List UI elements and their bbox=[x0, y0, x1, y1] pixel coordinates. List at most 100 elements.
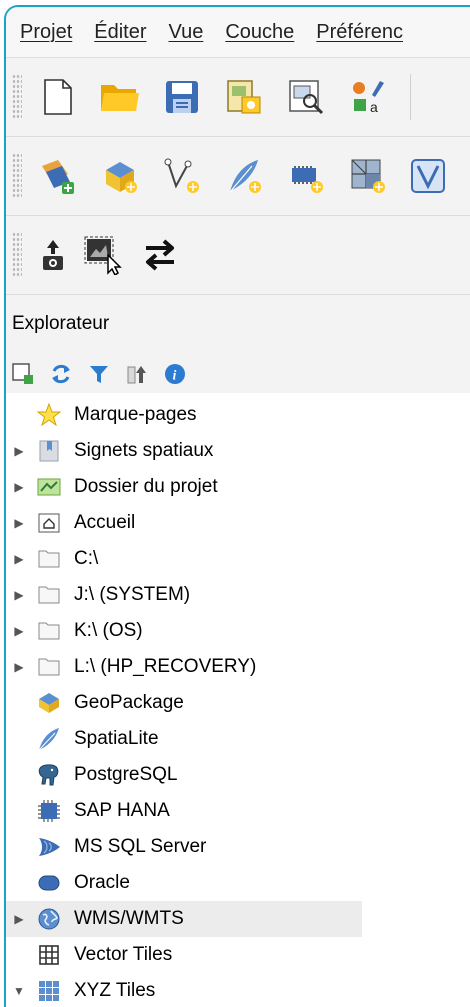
save-project-button[interactable] bbox=[162, 75, 202, 119]
tree-item-label: L:\ (HP_RECOVERY) bbox=[74, 656, 257, 677]
tree-item-xyz-tiles[interactable]: ▼ XYZ Tiles bbox=[6, 973, 470, 1007]
collapse-all-button[interactable] bbox=[126, 363, 148, 385]
export-map-button[interactable] bbox=[38, 233, 68, 277]
tree-item-drive-j[interactable]: ▶ J:\ (SYSTEM) bbox=[6, 577, 470, 613]
style-manager-button[interactable]: a bbox=[348, 75, 388, 119]
tree-item-label: Marque-pages bbox=[74, 404, 197, 425]
tree-item-label: Accueil bbox=[74, 512, 136, 533]
expand-arrow-icon[interactable]: ▶ bbox=[12, 444, 26, 458]
filter-browser-button[interactable] bbox=[88, 363, 110, 385]
browser-tree: Marque-pages ▶ Signets spatiaux ▶ Dossie… bbox=[6, 393, 470, 1007]
save-icon bbox=[166, 81, 198, 113]
tree-item-dossier-projet[interactable]: ▶ Dossier du projet bbox=[6, 469, 470, 505]
tree-item-mssql[interactable]: MS SQL Server bbox=[6, 829, 470, 865]
tree-item-label: MS SQL Server bbox=[74, 836, 207, 857]
expand-arrow-icon[interactable]: ▶ bbox=[12, 624, 26, 638]
tree-item-geopackage[interactable]: GeoPackage bbox=[6, 685, 470, 721]
tree-item-label: SAP HANA bbox=[74, 800, 170, 821]
tree-item-label: Oracle bbox=[74, 872, 130, 893]
expand-arrow-icon[interactable]: ▶ bbox=[12, 480, 26, 494]
feather-icon bbox=[229, 160, 261, 193]
tree-item-vector-tiles[interactable]: Vector Tiles bbox=[6, 937, 470, 973]
expander bbox=[12, 408, 26, 422]
toolbar-grip[interactable] bbox=[12, 232, 22, 278]
tree-item-label: XYZ Tiles bbox=[74, 980, 156, 1001]
data-source-toolbar bbox=[6, 137, 470, 216]
mssql-icon bbox=[36, 834, 62, 860]
info-icon: i bbox=[165, 364, 185, 384]
expand-arrow-icon[interactable]: ▶ bbox=[12, 660, 26, 674]
select-features-icon bbox=[84, 236, 122, 275]
menu-preferences[interactable]: Préférenc bbox=[316, 21, 403, 44]
tree-item-label: Signets spatiaux bbox=[74, 440, 214, 461]
drive-folder-icon bbox=[36, 654, 62, 680]
new-temp-layer-button[interactable] bbox=[162, 154, 202, 198]
misc-toolbar bbox=[6, 216, 470, 295]
drive-folder-icon bbox=[36, 618, 62, 644]
new-geopackage-button[interactable] bbox=[100, 154, 140, 198]
tree-item-drive-c[interactable]: ▶ C:\ bbox=[6, 541, 470, 577]
expand-arrow-icon[interactable]: ▶ bbox=[12, 552, 26, 566]
new-hana-layer-button[interactable] bbox=[286, 154, 326, 198]
menu-vue[interactable]: Vue bbox=[169, 21, 204, 44]
toolbar-separator bbox=[410, 74, 411, 120]
app-window: Projet Éditer Vue Couche Préférenc a Exp… bbox=[4, 5, 470, 1007]
new-spatialite-layer-button[interactable] bbox=[224, 154, 264, 198]
expander bbox=[12, 948, 26, 962]
new-virtual-layer-button[interactable] bbox=[410, 154, 450, 198]
expand-arrow-icon[interactable]: ▶ bbox=[12, 516, 26, 530]
menu-editer[interactable]: Éditer bbox=[94, 21, 146, 44]
project-toolbar: a bbox=[6, 58, 470, 137]
bookmark-icon bbox=[36, 438, 62, 464]
drive-folder-icon bbox=[36, 582, 62, 608]
collapse-arrow-icon[interactable]: ▼ bbox=[12, 984, 26, 998]
expander bbox=[12, 768, 26, 782]
new-mesh-layer-button[interactable] bbox=[348, 154, 388, 198]
switch-direction-button[interactable] bbox=[140, 233, 180, 277]
new-project-button[interactable] bbox=[38, 75, 78, 119]
menu-bar: Projet Éditer Vue Couche Préférenc bbox=[6, 7, 470, 58]
open-folder-icon bbox=[101, 85, 139, 111]
tree-item-oracle[interactable]: Oracle bbox=[6, 865, 470, 901]
tree-item-signets-spatiaux[interactable]: ▶ Signets spatiaux bbox=[6, 433, 470, 469]
tree-item-accueil[interactable]: ▶ Accueil bbox=[6, 505, 470, 541]
panel-title: Explorateur bbox=[12, 313, 110, 334]
menu-projet[interactable]: Projet bbox=[20, 21, 72, 44]
tree-item-drive-l[interactable]: ▶ L:\ (HP_RECOVERY) bbox=[6, 649, 470, 685]
vertex-layer-icon bbox=[164, 158, 199, 193]
data-source-manager-button[interactable] bbox=[38, 154, 78, 198]
toolbar-grip[interactable] bbox=[12, 153, 22, 199]
new-print-layout-button[interactable] bbox=[224, 75, 264, 119]
open-project-button[interactable] bbox=[100, 75, 140, 119]
geopackage-icon bbox=[106, 162, 137, 193]
virtual-layer-icon bbox=[411, 159, 445, 193]
add-selected-layers-button[interactable] bbox=[12, 363, 34, 385]
expand-arrow-icon[interactable]: ▶ bbox=[12, 588, 26, 602]
select-features-button[interactable] bbox=[84, 233, 124, 277]
expander bbox=[12, 804, 26, 818]
tree-item-postgresql[interactable]: PostgreSQL bbox=[6, 757, 470, 793]
toolbar-grip[interactable] bbox=[12, 74, 22, 120]
tree-item-spatialite[interactable]: SpatiaLite bbox=[6, 721, 470, 757]
star-icon bbox=[36, 402, 62, 428]
expand-arrow-icon[interactable]: ▶ bbox=[12, 912, 26, 926]
expander bbox=[12, 732, 26, 746]
style-manager-icon: a bbox=[353, 81, 384, 115]
menu-couche[interactable]: Couche bbox=[225, 21, 294, 44]
camera-upload-icon bbox=[43, 240, 63, 270]
layout-manager-button[interactable] bbox=[286, 75, 326, 119]
tree-item-label: K:\ (OS) bbox=[74, 620, 143, 641]
project-folder-icon bbox=[36, 474, 62, 500]
filter-icon bbox=[90, 366, 108, 383]
refresh-button[interactable] bbox=[50, 363, 72, 385]
tree-item-sap-hana[interactable]: SAP HANA bbox=[6, 793, 470, 829]
properties-button[interactable]: i bbox=[164, 363, 186, 385]
tree-item-drive-k[interactable]: ▶ K:\ (OS) bbox=[6, 613, 470, 649]
tree-item-label: GeoPackage bbox=[74, 692, 184, 713]
oracle-icon bbox=[36, 870, 62, 896]
tree-item-marque-pages[interactable]: Marque-pages bbox=[6, 397, 470, 433]
mesh-icon bbox=[351, 159, 385, 193]
tree-item-wms-wmts[interactable]: ▶ WMS/WMTS bbox=[6, 901, 362, 937]
tree-item-label: Dossier du projet bbox=[74, 476, 218, 497]
globe-icon bbox=[36, 906, 62, 932]
